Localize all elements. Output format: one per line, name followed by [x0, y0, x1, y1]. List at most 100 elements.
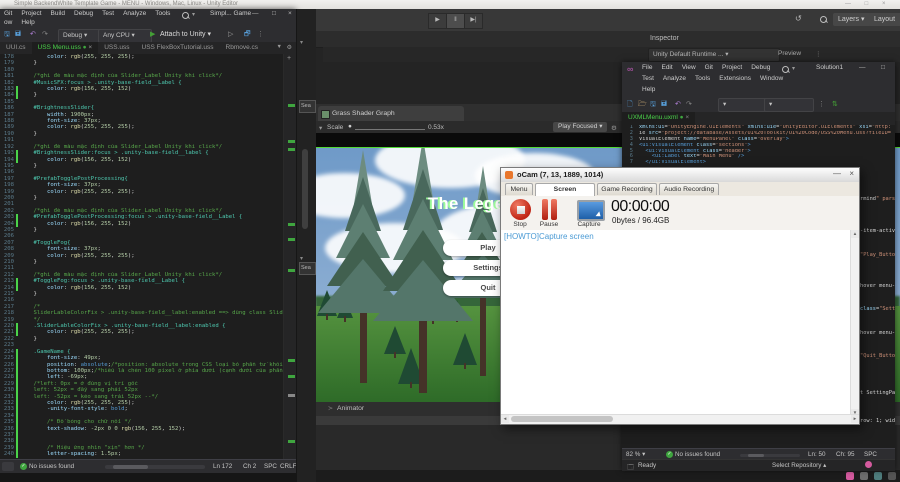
ocam-minimize-icon[interactable]: —: [833, 169, 841, 178]
pause-button-label[interactable]: Pause: [534, 221, 564, 228]
ocam-tab-audio-recording[interactable]: Audio Recording: [659, 183, 719, 195]
tab-uss-menu-uss[interactable]: USS Menu.uss ● ×: [31, 42, 99, 54]
save-all-icon[interactable]: 🖬: [661, 100, 667, 111]
run-play-icon[interactable]: ▶: [150, 30, 155, 38]
tab-uss-uss[interactable]: USS.uss: [98, 42, 135, 54]
inspector-tab[interactable]: Inspector: [650, 35, 679, 42]
open-folder-icon[interactable]: 🗁: [638, 100, 647, 111]
ocam-close-icon[interactable]: ×: [849, 169, 854, 178]
redo-icon[interactable]: ↷: [686, 100, 692, 108]
debug-config-dropdown[interactable]: Debug ▾: [58, 29, 102, 43]
menu-item-project[interactable]: Project: [722, 64, 742, 71]
vsr-extra-icon[interactable]: ⋮: [818, 100, 825, 108]
stop-button-icon[interactable]: [510, 199, 531, 220]
tab-animator[interactable]: Animator: [337, 405, 364, 412]
menu-item-window[interactable]: Window: [760, 75, 783, 82]
strip-search-box2[interactable]: Sea: [299, 262, 316, 275]
tab-uss-flexboxtutorial-uss[interactable]: USS FlexBoxTutorial.uss: [136, 42, 220, 54]
vsr-target-dropdown[interactable]: ▾: [764, 98, 814, 112]
kebab-menu-icon[interactable]: ⋮: [815, 50, 822, 58]
pause-button[interactable]: ‖: [446, 13, 465, 29]
undo-icon[interactable]: ↶: [675, 100, 681, 108]
grid-icon[interactable]: [888, 472, 896, 480]
vsr-issues[interactable]: ✓ No issues found: [666, 451, 720, 458]
save-icon[interactable]: 🖫: [4, 30, 10, 41]
layers-dropdown[interactable]: Layers ▾: [833, 13, 871, 26]
minimize-icon[interactable]: —: [859, 64, 866, 71]
strip-dropdown-icon[interactable]: ▾: [300, 39, 303, 46]
menu-item-project[interactable]: Project: [21, 10, 41, 17]
new-file-icon[interactable]: 🗋: [627, 100, 633, 111]
scroll-left-icon[interactable]: ◄: [501, 415, 509, 423]
menu-item-git[interactable]: Git: [4, 10, 12, 17]
ocam-vscrollbar[interactable]: ▲ ▼: [850, 230, 859, 417]
vsl-hscrollbar[interactable]: [105, 465, 205, 469]
save-icon[interactable]: 🖫: [650, 100, 656, 111]
undo-icon[interactable]: ↶: [30, 30, 36, 38]
console-icon[interactable]: [860, 472, 868, 480]
menu-item-help[interactable]: Help: [21, 19, 34, 26]
menu-item-test[interactable]: Test: [102, 10, 114, 17]
hscroll-thumb[interactable]: [511, 416, 613, 422]
menu-item-analyze[interactable]: Analyze: [123, 10, 146, 17]
scroll-up-icon[interactable]: ▲: [851, 230, 859, 238]
menu-item-extensions[interactable]: Extensions: [719, 75, 751, 82]
search-icon[interactable]: [820, 16, 827, 23]
strip-search-box[interactable]: Sea: [299, 100, 316, 113]
scale-slider-knob[interactable]: ●: [348, 123, 352, 130]
vsl-code-editor[interactable]: 178 color: rgb(255, 255, 255); 179 } 180 18…: [0, 54, 283, 459]
vsr-zoom-level[interactable]: 82 % ▾: [626, 451, 645, 458]
play-focused-dropdown[interactable]: Play Focused ▾: [553, 122, 608, 132]
search-icon[interactable]: [782, 66, 789, 73]
gear-icon[interactable]: ⚙: [611, 124, 617, 132]
layout-dropdown[interactable]: Layout: [869, 13, 900, 26]
menu-item-debug[interactable]: Debug: [74, 10, 93, 17]
menu-item-analyze[interactable]: Analyze: [663, 75, 686, 82]
strip-scroll-thumb[interactable]: [302, 149, 308, 229]
search-dropdown-icon[interactable]: ▾: [792, 65, 795, 72]
vsl-scrollbar[interactable]: +: [283, 54, 297, 459]
pause-button-icon[interactable]: [542, 199, 548, 220]
undo-history-icon[interactable]: ↺: [795, 14, 802, 23]
menu-item-tools[interactable]: Tools: [695, 75, 710, 82]
feedback-icon[interactable]: [2, 462, 14, 471]
tab-grass-shader-graph[interactable]: Grass Shader Graph: [318, 106, 464, 121]
vsl-issues[interactable]: ✓ No issues found: [20, 463, 74, 470]
notification-icon[interactable]: [846, 472, 854, 480]
select-repository-button[interactable]: Select Repository ▴: [772, 462, 826, 469]
redo-icon[interactable]: ↷: [42, 30, 48, 38]
window-tool-icon[interactable]: 🗗: [244, 30, 251, 41]
menu-item-view[interactable]: View: [682, 64, 696, 71]
menu-item-test[interactable]: Test: [642, 75, 654, 82]
vsr-hscrollbar[interactable]: [740, 454, 800, 457]
scroll-plus-icon[interactable]: +: [287, 55, 291, 62]
ocam-tab-screen-recording[interactable]: Screen Recording: [535, 183, 595, 205]
tab-uui-cs[interactable]: UUI.cs: [0, 42, 32, 54]
window-controls-icons[interactable]: — □ ×: [845, 0, 891, 9]
menu-item-ow[interactable]: ow: [4, 19, 12, 26]
attach-to-unity-button[interactable]: Attach to Unity ▾: [160, 30, 211, 38]
menu-item-debug[interactable]: Debug: [751, 64, 770, 71]
preview-button[interactable]: Preview: [778, 50, 801, 57]
scroll-right-icon[interactable]: ►: [851, 415, 859, 423]
services-icon[interactable]: [874, 472, 882, 480]
search-dropdown-icon[interactable]: ▾: [192, 11, 195, 18]
stop-button-label[interactable]: Stop: [505, 221, 535, 228]
save-all-icon[interactable]: 🖬: [15, 30, 21, 41]
menu-item-tools[interactable]: Tools: [155, 10, 170, 17]
menu-item-file[interactable]: File: [642, 64, 652, 71]
capture-button-label[interactable]: Capture: [574, 221, 604, 228]
filter-icon[interactable]: ▼: [277, 44, 282, 50]
search-icon[interactable]: [182, 12, 189, 19]
tab-rbmove-cs[interactable]: Rbmove.cs: [220, 42, 265, 54]
play-button[interactable]: ▶: [428, 13, 447, 29]
gear-icon[interactable]: ⚙: [287, 44, 292, 51]
howto-capture-link[interactable]: [HOWTO]Capture screen: [504, 232, 594, 241]
vsr-config-dropdown[interactable]: ▾: [718, 98, 768, 112]
foldout-icon[interactable]: ▾: [319, 124, 322, 132]
ocam-hscrollbar[interactable]: ◄ ►: [501, 414, 859, 424]
runtime-theme-dropdown[interactable]: Unity Default Runtime ... ▾: [648, 48, 780, 62]
scale-slider-track[interactable]: [355, 129, 425, 130]
more-tools-icon[interactable]: ⋮: [257, 30, 264, 38]
repo-status-icon[interactable]: [865, 461, 872, 468]
